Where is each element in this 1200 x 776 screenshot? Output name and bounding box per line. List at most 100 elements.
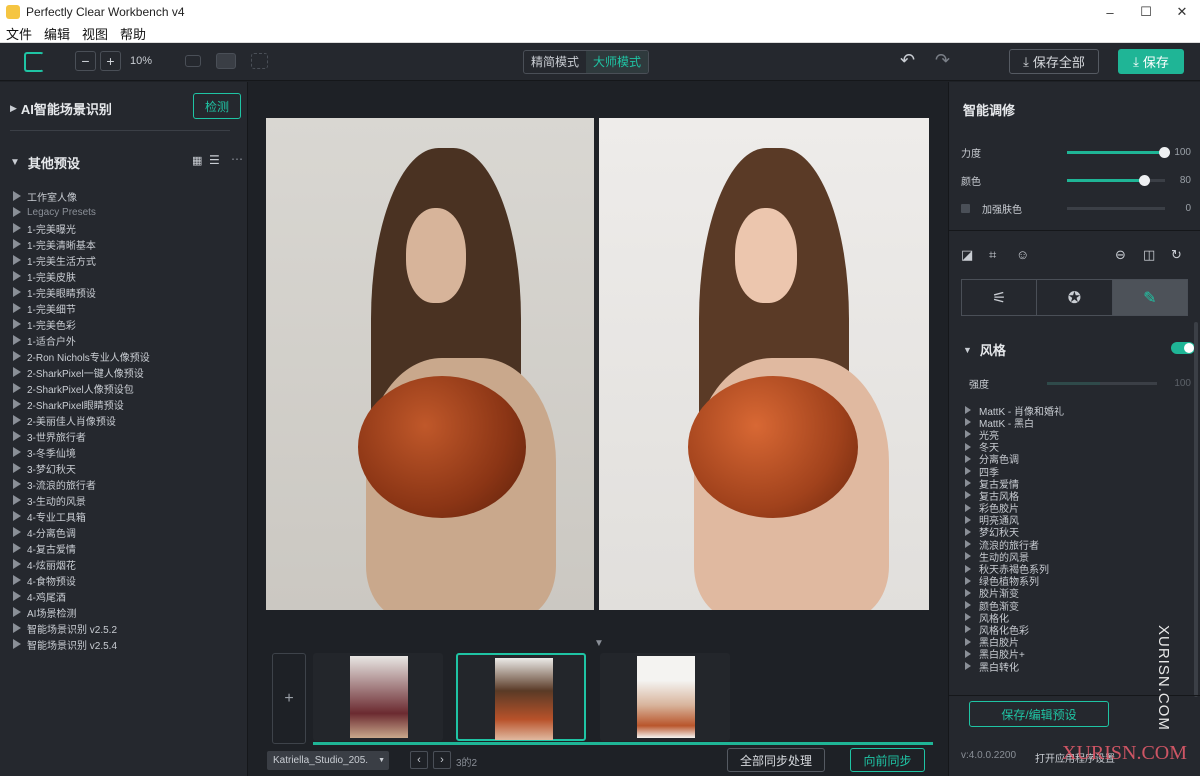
save-all-button[interactable]: ⤓ 保存全部	[1009, 49, 1099, 74]
preset-item[interactable]: 4-复古爱情	[10, 540, 240, 556]
adjustments-tab-icon[interactable]: ⚟	[962, 280, 1038, 315]
strength-slider[interactable]: 强度 100	[969, 375, 1191, 391]
sync-all-button[interactable]: 全部同步处理	[727, 748, 825, 772]
skin-tone-checkbox[interactable]	[961, 203, 970, 213]
zoom-in-button[interactable]: +	[100, 51, 121, 71]
sync-previous-button[interactable]: 向前同步	[850, 748, 925, 772]
style-list-scrollbar[interactable]	[1194, 322, 1198, 697]
presets-section-header[interactable]: ▼ 其他预设	[10, 153, 80, 172]
filmstrip-toggle-icon[interactable]: ▼	[594, 638, 604, 649]
thumbnail-2[interactable]	[456, 653, 586, 741]
preset-label: 1-完美色彩	[27, 320, 76, 332]
preset-item[interactable]: 2-SharkPixel一键人像预设	[10, 364, 240, 380]
expand-arrow-icon	[13, 223, 21, 233]
retouch-tab-icon[interactable]: ✪	[1037, 280, 1113, 315]
preset-item[interactable]: 4-炫丽烟花	[10, 556, 240, 572]
flip-horizontal-icon[interactable]: ◫	[1143, 247, 1155, 263]
preset-item[interactable]: 3-世界旅行者	[10, 428, 240, 444]
expand-arrow-icon	[13, 271, 21, 281]
slider-value: 100	[1174, 146, 1191, 158]
after-image[interactable]	[599, 118, 929, 610]
file-select[interactable]: Katriella_Studio_205. ▼	[267, 751, 389, 770]
mode-master-tab[interactable]: 大师模式	[586, 51, 649, 73]
thumbnail-3[interactable]	[600, 653, 730, 741]
preset-item[interactable]: 3-生动的风景	[10, 492, 240, 508]
preset-item[interactable]: 2-SharkPixel人像预设包	[10, 380, 240, 396]
preset-item[interactable]: 2-Ron Nichols专业人像预设	[10, 348, 240, 364]
filmstrip-scrollbar[interactable]	[313, 742, 933, 745]
add-image-button[interactable]: +	[272, 653, 306, 744]
menu-file[interactable]: 文件	[6, 24, 32, 43]
minimize-button[interactable]: –	[1092, 0, 1128, 24]
preset-item[interactable]: 智能场景识别 v2.5.4	[10, 636, 240, 652]
zoom-out-button[interactable]: −	[75, 51, 96, 71]
preset-item[interactable]: 1-完美细节	[10, 300, 240, 316]
preset-item[interactable]: 2-美丽佳人肖像预设	[10, 412, 240, 428]
slider-knob[interactable]	[1139, 174, 1151, 186]
preset-item[interactable]: 1-完美眼睛预设	[10, 284, 240, 300]
flip-vertical-icon[interactable]: ⊖	[1115, 247, 1126, 263]
slider-knob[interactable]	[1159, 146, 1170, 158]
redo-icon[interactable]: ↷	[935, 50, 950, 71]
preset-item[interactable]: 4-专业工具箱	[10, 508, 240, 524]
preset-item[interactable]: 智能场景识别 v2.5.2	[10, 620, 240, 636]
menu-edit[interactable]: 编辑	[44, 24, 70, 43]
preset-item[interactable]: 3-梦幻秋天	[10, 460, 240, 476]
slider-track[interactable]	[1067, 206, 1165, 210]
preset-item[interactable]: 1-适合户外	[10, 332, 240, 348]
preset-item[interactable]: 4-鸡尾酒	[10, 588, 240, 604]
style-item[interactable]: 黑白转化	[965, 660, 1185, 674]
expand-arrow-icon	[13, 207, 21, 217]
more-icon[interactable]: ⋯	[231, 152, 243, 166]
face-detect-icon[interactable]: ☺	[1016, 247, 1029, 262]
preset-item[interactable]: 1-完美清晰基本	[10, 236, 240, 252]
preset-item[interactable]: 工作室人像	[10, 188, 240, 204]
compare-view-icon[interactable]	[251, 53, 268, 69]
style-toggle[interactable]	[1171, 342, 1195, 354]
preset-item[interactable]: 1-完美色彩	[10, 316, 240, 332]
slider-0[interactable]: 力度 100	[961, 144, 1191, 160]
preset-item[interactable]: 1-完美曝光	[10, 220, 240, 236]
close-button[interactable]: ✕	[1164, 0, 1200, 24]
preset-item[interactable]: Legacy Presets	[10, 204, 240, 220]
undo-icon[interactable]: ↶	[900, 50, 915, 71]
ai-section-header[interactable]: ▶ AI智能场景识别	[10, 99, 112, 118]
expand-arrow-icon	[965, 418, 971, 427]
maximize-button[interactable]: ☐	[1128, 0, 1164, 24]
preset-item[interactable]: 3-冬季仙境	[10, 444, 240, 460]
split-view-icon[interactable]	[216, 53, 236, 69]
grid-view-icon[interactable]: ▦	[192, 154, 202, 167]
detect-button[interactable]: 检测	[193, 93, 241, 119]
prev-image-button[interactable]: ‹	[410, 751, 428, 769]
menu-help[interactable]: 帮助	[120, 24, 146, 43]
save-edit-preset-button[interactable]: 保存/编辑预设	[969, 701, 1109, 727]
mode-simple-tab[interactable]: 精简模式	[524, 51, 586, 73]
strength-track[interactable]	[1047, 381, 1157, 385]
slider-1[interactable]: 颜色 80	[961, 172, 1191, 188]
before-image[interactable]	[266, 118, 594, 610]
tool-icons: ◪ ⌗ ☺ ⊖ ◫ ↻	[961, 247, 1191, 263]
thumbnail-1[interactable]	[313, 653, 443, 741]
preset-item[interactable]: 3-流浪的旅行者	[10, 476, 240, 492]
style-tab-icon[interactable]: ✎	[1112, 280, 1187, 315]
preset-item[interactable]: 4-分离色调	[10, 524, 240, 540]
save-button[interactable]: ⤓ 保存	[1118, 49, 1184, 74]
slider-track[interactable]	[1067, 174, 1165, 186]
preset-item[interactable]: 1-完美生活方式	[10, 252, 240, 268]
preset-item[interactable]: AI场景检测	[10, 604, 240, 620]
crop-icon[interactable]: ⌗	[989, 247, 996, 263]
list-view-icon[interactable]: ☰	[209, 153, 220, 167]
single-view-icon[interactable]	[185, 55, 201, 67]
style-section-header[interactable]: ▼ 风格	[963, 340, 1006, 359]
histogram-icon[interactable]: ◪	[961, 247, 973, 263]
presets-section-label: 其他预设	[27, 156, 80, 171]
rotate-icon[interactable]: ↻	[1171, 247, 1182, 263]
slider-2[interactable]: 加强肤色 0	[961, 200, 1191, 216]
preset-item[interactable]: 1-完美皮肤	[10, 268, 240, 284]
next-image-button[interactable]: ›	[433, 751, 451, 769]
preset-item[interactable]: 2-SharkPixel眼睛预设	[10, 396, 240, 412]
preset-item[interactable]: 4-食物预设	[10, 572, 240, 588]
strength-label: 强度	[969, 379, 989, 391]
menu-view[interactable]: 视图	[82, 24, 108, 43]
slider-track[interactable]	[1067, 146, 1170, 158]
